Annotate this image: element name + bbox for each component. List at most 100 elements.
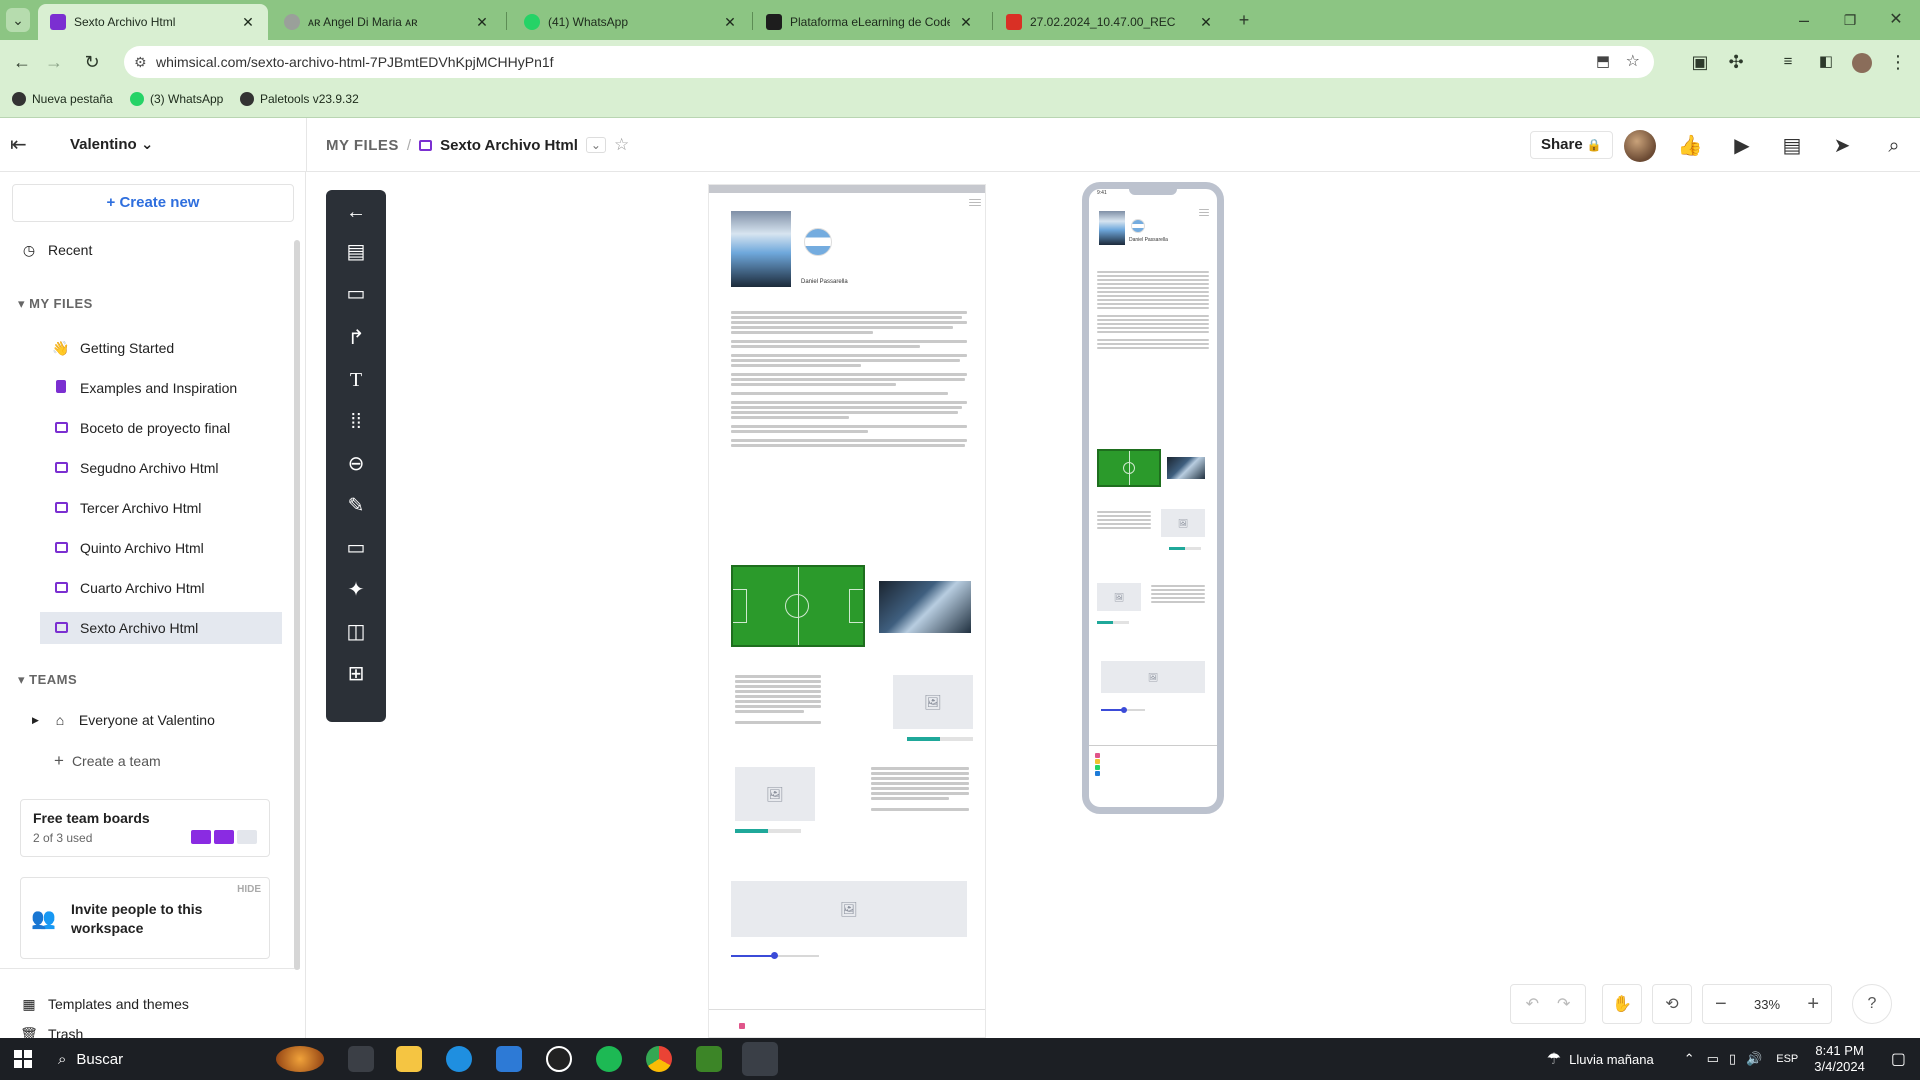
- sidebar-item-segudno[interactable]: Segudno Archivo Html: [0, 452, 300, 484]
- reload-icon[interactable]: ↻: [80, 50, 104, 74]
- zoom-level[interactable]: 33%: [1754, 997, 1780, 1012]
- address-bar[interactable]: ⚙ whimsical.com/sexto-archivo-html-7PJBm…: [124, 46, 1654, 78]
- extensions-puzzle-icon[interactable]: ✣: [1724, 50, 1748, 74]
- mobile-wireframe[interactable]: 9:41 Daniel Passarella 🖼 🖼 🖼: [1082, 182, 1224, 814]
- battery-icon[interactable]: ▯: [1729, 1051, 1736, 1067]
- notifications-icon[interactable]: ▢: [1891, 1049, 1906, 1069]
- my-files-heading[interactable]: ▾ MY FILES: [18, 296, 93, 312]
- tray-chevron-icon[interactable]: ⌃: [1684, 1051, 1695, 1067]
- create-new-button[interactable]: + Create new: [12, 184, 294, 222]
- restore-icon[interactable]: ❐: [1838, 8, 1862, 32]
- tab-sexto-archivo[interactable]: Sexto Archivo Html ✕: [38, 4, 268, 40]
- zoom-out-icon[interactable]: −: [1715, 993, 1727, 1016]
- new-tab-icon[interactable]: +: [1232, 8, 1256, 32]
- search-icon[interactable]: ⌕: [1880, 132, 1908, 160]
- close-window-icon[interactable]: ✕: [1884, 8, 1908, 32]
- layout-icon[interactable]: ◫: [326, 614, 386, 650]
- weather-icon[interactable]: ☂: [1547, 1049, 1561, 1069]
- pan-hand-icon[interactable]: ✋: [1602, 984, 1642, 1024]
- sidebar-item-cuarto[interactable]: Cuarto Archivo Html: [0, 572, 300, 604]
- text-tool-icon[interactable]: T: [326, 362, 386, 398]
- wireframe-components-icon[interactable]: ▤: [326, 234, 386, 270]
- sidebar-item-quinto[interactable]: Quinto Archivo Html: [0, 532, 300, 564]
- invite-card[interactable]: HIDE 👥 Invite people to this workspace: [20, 877, 270, 959]
- tab-angel-di-maria[interactable]: ᴀʀ Angel Di Maria ᴀʀ ✕: [272, 4, 502, 40]
- help-icon[interactable]: ?: [1852, 984, 1892, 1024]
- mail-icon[interactable]: [496, 1046, 522, 1072]
- free-team-boards-card[interactable]: Free team boards 2 of 3 used: [20, 799, 270, 857]
- task-view-icon[interactable]: [348, 1046, 374, 1072]
- sidebar-item-examples[interactable]: Examples and Inspiration: [0, 372, 300, 404]
- sidebar-item-boceto[interactable]: Boceto de proyecto final: [0, 412, 300, 444]
- sidebar-scrollbar[interactable]: [294, 240, 300, 970]
- bookmark-whatsapp[interactable]: (3) WhatsApp: [130, 92, 223, 106]
- board-canvas[interactable]: ← ▤ ▭ ↱ T ⁞⁞ ⊖ ✎ ▭ ✦ ◫ ⊞ Daniel Passarel…: [306, 172, 1920, 1038]
- image-placeholder[interactable]: 🖼: [731, 881, 967, 937]
- app-icon[interactable]: [546, 1046, 572, 1072]
- forward-icon[interactable]: →: [42, 50, 66, 74]
- language-indicator[interactable]: ESP: [1776, 1053, 1798, 1065]
- present-icon[interactable]: ▶: [1728, 132, 1756, 160]
- tab-coder[interactable]: Plataforma eLearning de Coder ✕: [754, 4, 986, 40]
- edge-icon[interactable]: [446, 1046, 472, 1072]
- back-arrow-icon[interactable]: ←: [326, 194, 386, 230]
- volume-icon[interactable]: 🔊: [1746, 1051, 1762, 1067]
- desktop-wireframe[interactable]: Daniel Passarella 🖼 🖼 🖼: [708, 184, 986, 1038]
- workspace-switcher[interactable]: Valentino ⌄: [70, 135, 153, 153]
- breadcrumb-my-files[interactable]: MY FILES: [326, 137, 399, 154]
- create-team-button[interactable]: + Create a team: [0, 745, 300, 777]
- grid-icon[interactable]: ⁞⁞: [326, 404, 386, 440]
- avatar[interactable]: [1624, 130, 1656, 162]
- slider-track[interactable]: [731, 952, 819, 959]
- weather-text[interactable]: Lluvia mañana: [1569, 1052, 1654, 1067]
- star-icon[interactable]: ☆: [614, 135, 629, 155]
- bookmark-paletools[interactable]: Paletools v23.9.32: [240, 92, 359, 106]
- sidebar-item-tercer[interactable]: Tercer Archivo Html: [0, 492, 300, 524]
- clock[interactable]: 8:41 PM 3/4/2024: [1814, 1043, 1865, 1075]
- send-icon[interactable]: ➤: [1828, 132, 1856, 160]
- hide-button[interactable]: HIDE: [237, 884, 261, 895]
- bookmark-nueva-pestana[interactable]: Nueva pestaña: [12, 92, 113, 106]
- hamburger-icon[interactable]: [1199, 209, 1209, 218]
- social-icon[interactable]: [739, 1023, 745, 1029]
- undo-icon[interactable]: ↶: [1526, 994, 1539, 1014]
- search-highlight-icon[interactable]: [276, 1046, 324, 1072]
- zoom-in-icon[interactable]: +: [1807, 993, 1819, 1016]
- hamburger-icon[interactable]: [969, 199, 981, 208]
- teams-heading[interactable]: ▾ TEAMS: [18, 672, 77, 688]
- slider-handle[interactable]: [771, 952, 778, 959]
- tab-search-icon[interactable]: ⌄: [6, 8, 30, 32]
- close-tab-icon[interactable]: ✕: [474, 14, 490, 31]
- close-tab-icon[interactable]: ✕: [240, 14, 256, 31]
- slider-track[interactable]: [1101, 707, 1145, 713]
- sidebar-item-team[interactable]: ▶ ⌂ Everyone at Valentino: [0, 704, 300, 736]
- chrome-active-icon[interactable]: [742, 1042, 778, 1076]
- sidebar-item-trash[interactable]: 🗑 Trash: [0, 1018, 300, 1039]
- close-tab-icon[interactable]: ✕: [1198, 14, 1214, 31]
- image-placeholder[interactable]: 🖼: [735, 767, 815, 821]
- redo-icon[interactable]: ↷: [1557, 994, 1570, 1014]
- share-button[interactable]: Share 🔒: [1530, 131, 1613, 159]
- more-menu-icon[interactable]: ⋮: [1886, 50, 1910, 74]
- site-info-icon[interactable]: ⚙: [134, 54, 147, 71]
- taskbar-search[interactable]: ⌕ Buscar: [44, 1038, 264, 1080]
- profile-avatar-icon[interactable]: [1850, 50, 1874, 74]
- side-panel-icon[interactable]: ◧: [1814, 50, 1838, 74]
- section-icon[interactable]: ▭: [326, 530, 386, 566]
- sidebar-item-sexto[interactable]: Sexto Archivo Html: [40, 612, 282, 644]
- back-icon[interactable]: ←: [10, 50, 34, 74]
- network-icon[interactable]: ▭: [1707, 1051, 1719, 1067]
- image-placeholder[interactable]: 🖼: [1161, 509, 1205, 537]
- bookmark-star-icon[interactable]: ☆: [1626, 51, 1640, 71]
- chrome-icon[interactable]: [646, 1046, 672, 1072]
- spotify-icon[interactable]: [596, 1046, 622, 1072]
- connector-icon[interactable]: ↱: [326, 320, 386, 356]
- history-icon[interactable]: ⟲: [1652, 984, 1692, 1024]
- image-placeholder[interactable]: 🖼: [1101, 661, 1205, 693]
- tab-recording[interactable]: 27.02.2024_10.47.00_REC ✕: [994, 4, 1226, 40]
- slider-handle[interactable]: [1121, 707, 1127, 713]
- tab-whatsapp[interactable]: (41) WhatsApp ✕: [512, 4, 750, 40]
- minimize-icon[interactable]: –: [1792, 8, 1816, 32]
- like-icon[interactable]: 👍: [1676, 132, 1704, 160]
- collapse-sidebar-icon[interactable]: ⇤: [10, 132, 27, 157]
